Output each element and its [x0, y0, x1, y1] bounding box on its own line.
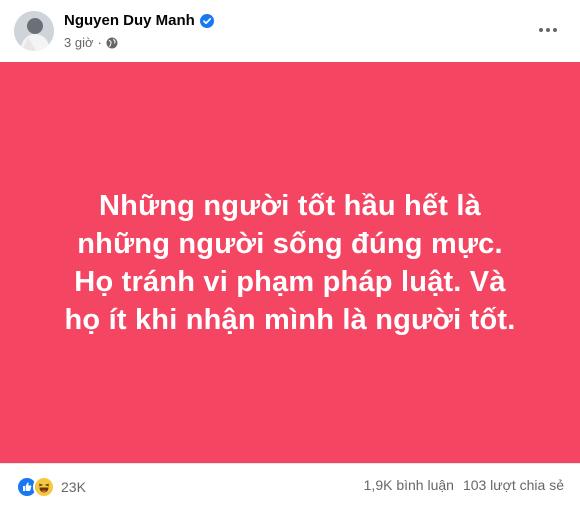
shares-count-link[interactable]: 103 lượt chia sẻ: [463, 477, 564, 493]
post-footer: 23K 1,9K bình luận 103 lượt chia sẻ: [0, 463, 580, 508]
post-background-card[interactable]: Những người tốt hầu hết là những người s…: [0, 62, 580, 463]
reaction-count: 23K: [61, 479, 86, 495]
globe-icon[interactable]: [106, 37, 118, 49]
more-dot-icon: [539, 28, 543, 32]
author-row: Nguyen Duy Manh: [64, 12, 214, 29]
post-meta: 3 giờ ·: [64, 35, 118, 50]
verified-badge-icon: [199, 13, 214, 28]
comments-count-link[interactable]: 1,9K bình luận: [364, 477, 454, 493]
author-name[interactable]: Nguyen Duy Manh: [64, 12, 195, 29]
post-header: Nguyen Duy Manh 3 giờ ·: [0, 0, 580, 62]
meta-separator: ·: [97, 35, 102, 50]
more-dot-icon: [546, 28, 550, 32]
author-avatar[interactable]: [14, 11, 54, 51]
engagement-stats: 1,9K bình luận 103 lượt chia sẻ: [364, 477, 564, 493]
haha-reaction-icon: [33, 476, 55, 498]
post-timestamp[interactable]: 3 giờ: [64, 35, 94, 50]
reactions-summary[interactable]: 23K: [16, 476, 86, 498]
more-options-button[interactable]: [532, 16, 564, 44]
post-text: Những người tốt hầu hết là những người s…: [64, 189, 516, 336]
facebook-post: Nguyen Duy Manh 3 giờ · Những người tốt …: [0, 0, 580, 508]
more-dot-icon: [553, 28, 557, 32]
